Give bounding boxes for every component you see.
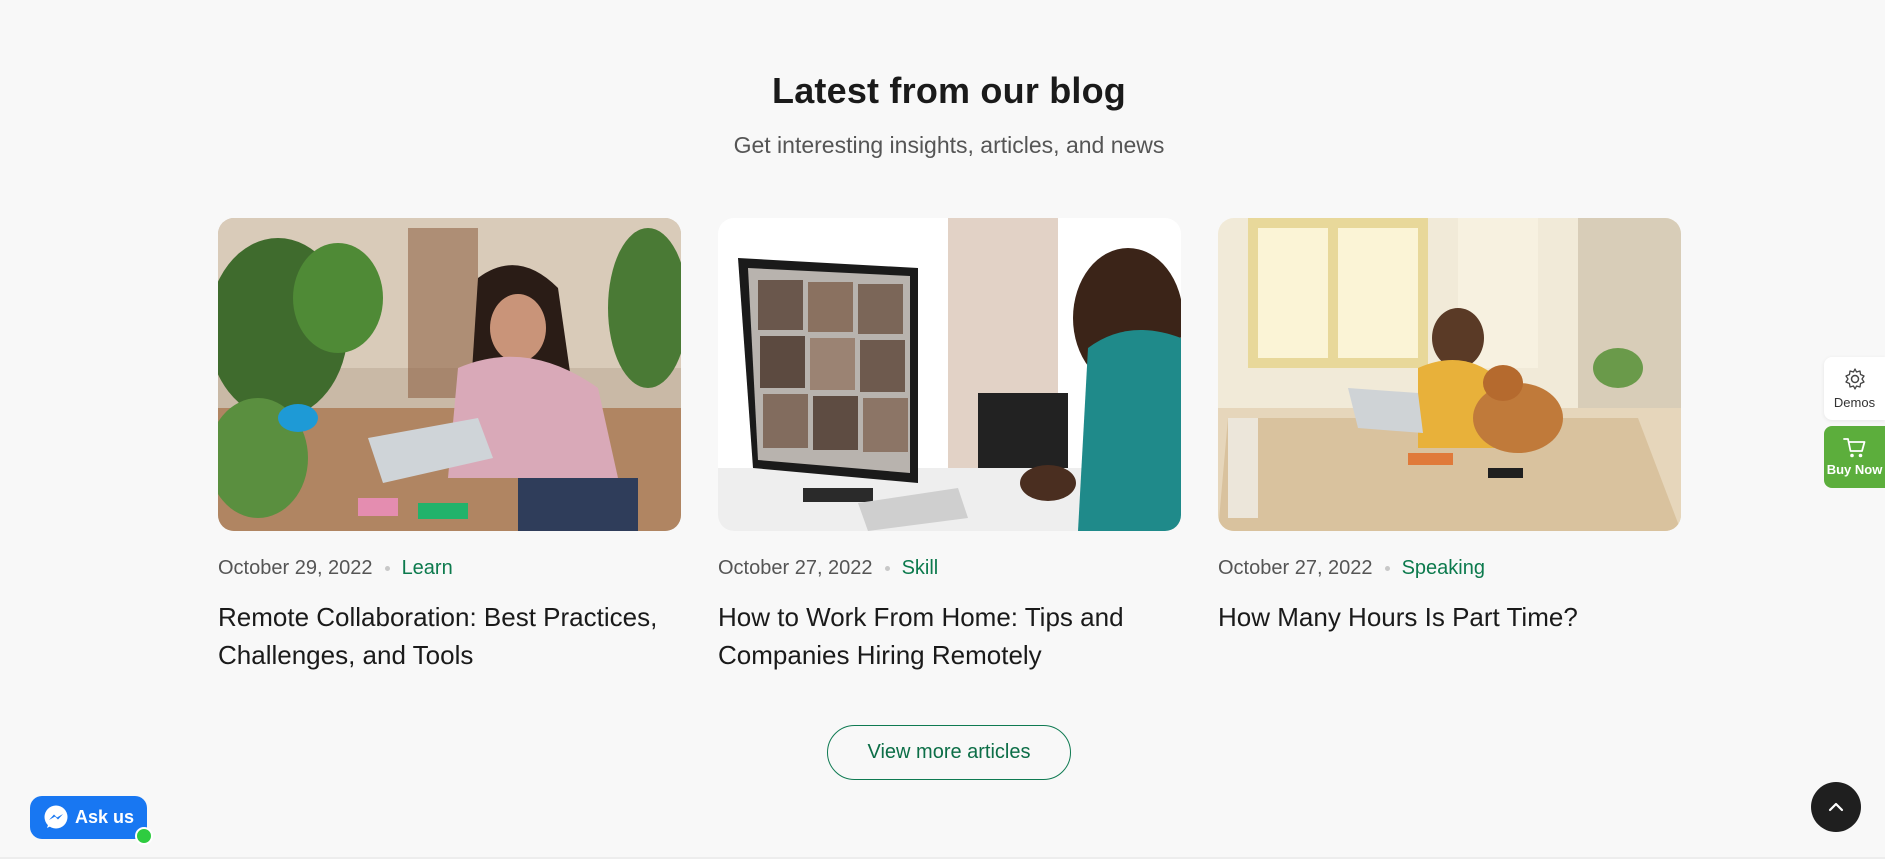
chevron-up-icon bbox=[1828, 802, 1844, 812]
post-image bbox=[1218, 218, 1681, 531]
ask-us-label: Ask us bbox=[74, 807, 135, 827]
post-category-link[interactable]: Learn bbox=[402, 557, 453, 580]
section-title: Latest from our blog bbox=[772, 70, 1126, 111]
view-more-articles-button[interactable]: View more articles bbox=[827, 725, 1071, 780]
post-meta: October 27, 2022 Speaking bbox=[1218, 556, 1681, 580]
meta-separator bbox=[1384, 565, 1390, 571]
post-category-link[interactable]: Skill bbox=[902, 557, 939, 580]
post-date: October 27, 2022 bbox=[1218, 556, 1373, 579]
blog-card: October 29, 2022 Learn Remote Collaborat… bbox=[218, 218, 681, 674]
demos-button[interactable]: Demos bbox=[1824, 357, 1885, 420]
online-status-dot bbox=[135, 827, 153, 845]
demos-label: Demos bbox=[1833, 395, 1876, 410]
section-subtitle: Get interesting insights, articles, and … bbox=[733, 132, 1165, 158]
messenger-icon bbox=[44, 805, 68, 828]
blog-card: October 27, 2022 Speaking How Many Hours… bbox=[1218, 218, 1681, 636]
post-thumbnail[interactable] bbox=[218, 218, 681, 531]
post-image bbox=[218, 218, 681, 531]
post-date: October 27, 2022 bbox=[718, 556, 873, 579]
meta-separator bbox=[384, 565, 390, 571]
post-date: October 29, 2022 bbox=[218, 556, 373, 579]
post-title-link[interactable]: Remote Collaboration: Best Practices, Ch… bbox=[218, 598, 681, 674]
post-category-link[interactable]: Speaking bbox=[1402, 557, 1485, 580]
buy-now-label: Buy Now bbox=[1826, 462, 1883, 477]
post-title-link[interactable]: How to Work From Home: Tips and Companie… bbox=[718, 598, 1181, 674]
scroll-to-top-button[interactable] bbox=[1811, 782, 1861, 832]
post-meta: October 29, 2022 Learn bbox=[218, 556, 681, 580]
blog-section: Latest from our blog Get interesting ins… bbox=[0, 0, 1885, 859]
cart-icon bbox=[1842, 438, 1865, 458]
blog-card: October 27, 2022 Skill How to Work From … bbox=[718, 218, 1181, 674]
buy-now-button[interactable]: Buy Now bbox=[1824, 426, 1885, 488]
ask-us-chat-button[interactable]: Ask us bbox=[30, 796, 153, 845]
meta-separator bbox=[884, 565, 890, 571]
post-image bbox=[718, 218, 1181, 531]
post-title-link[interactable]: How Many Hours Is Part Time? bbox=[1218, 598, 1681, 636]
post-thumbnail[interactable] bbox=[718, 218, 1181, 531]
post-thumbnail[interactable] bbox=[1218, 218, 1681, 531]
post-meta: October 27, 2022 Skill bbox=[718, 556, 1181, 580]
gear-icon bbox=[1844, 368, 1865, 390]
